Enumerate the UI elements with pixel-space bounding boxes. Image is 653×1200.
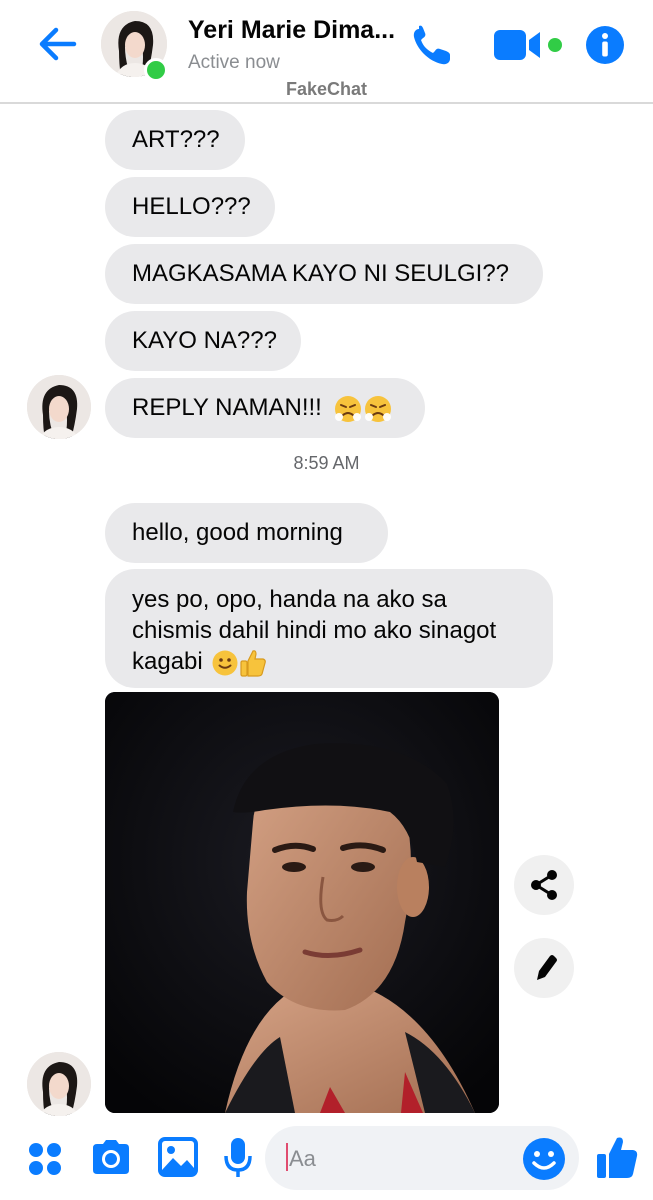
message-bubble[interactable]: REPLY NAMAN!!!: [105, 378, 425, 438]
message-bubble[interactable]: KAYO NA???: [105, 311, 301, 371]
message-text: KAYO NA???: [132, 327, 277, 354]
message-bubble[interactable]: HELLO???: [105, 177, 275, 237]
image-attachment[interactable]: [105, 692, 499, 1113]
avatar-portrait: [27, 1052, 91, 1116]
message-text: yes po, opo, handa na ako sa chismis dah…: [132, 586, 497, 675]
camera-icon[interactable]: [89, 1138, 133, 1178]
active-status: Active now: [188, 52, 280, 73]
chat-header: Yeri Marie Dima... Active now FakeChat: [0, 0, 653, 104]
online-indicator: [144, 58, 168, 82]
grid-dots-icon[interactable]: [26, 1140, 64, 1178]
angry-face-emoji: [364, 395, 391, 422]
avatar-portrait: [27, 375, 91, 439]
smiling-face-emoji: [212, 650, 238, 676]
sender-avatar[interactable]: [27, 1052, 91, 1116]
message-input-placeholder: Aa: [289, 1146, 316, 1171]
watermark-label: FakeChat: [286, 79, 368, 99]
contact-name[interactable]: Yeri Marie Dima...: [188, 16, 395, 45]
emoji-icon[interactable]: [521, 1136, 567, 1182]
thumbs-up-icon[interactable]: [595, 1134, 639, 1180]
message-text: HELLO???: [132, 193, 251, 220]
message-text: MAGKASAMA KAYO NI SEULGI??: [132, 260, 510, 287]
message-text: REPLY NAMAN!!!: [132, 394, 322, 421]
back-arrow-icon[interactable]: [34, 22, 82, 66]
share-icon: [531, 870, 557, 900]
video-camera-icon[interactable]: [494, 28, 544, 62]
angry-face-emoji: [334, 395, 361, 422]
image-icon[interactable]: [157, 1136, 199, 1178]
info-icon[interactable]: [585, 25, 625, 65]
message-bubble[interactable]: yes po, opo, handa na ako sa chismis dah…: [105, 569, 553, 688]
message-text: ART???: [132, 126, 220, 153]
message-bubble[interactable]: hello, good morning: [105, 503, 388, 563]
edit-button[interactable]: [514, 938, 574, 998]
photo-portrait: [105, 692, 499, 1113]
pencil-icon: [537, 955, 557, 980]
video-online-dot: [548, 38, 562, 52]
message-bubble[interactable]: ART???: [105, 110, 245, 170]
microphone-icon[interactable]: [222, 1136, 254, 1180]
message-text: hello, good morning: [132, 519, 343, 546]
message-timestamp: 8:59 AM: [293, 453, 360, 473]
phone-icon[interactable]: [408, 24, 454, 66]
message-bubble[interactable]: MAGKASAMA KAYO NI SEULGI??: [105, 244, 543, 304]
thumbs-up-emoji: [240, 649, 267, 677]
sender-avatar[interactable]: [27, 375, 91, 439]
share-button[interactable]: [514, 855, 574, 915]
text-caret: [286, 1143, 288, 1171]
